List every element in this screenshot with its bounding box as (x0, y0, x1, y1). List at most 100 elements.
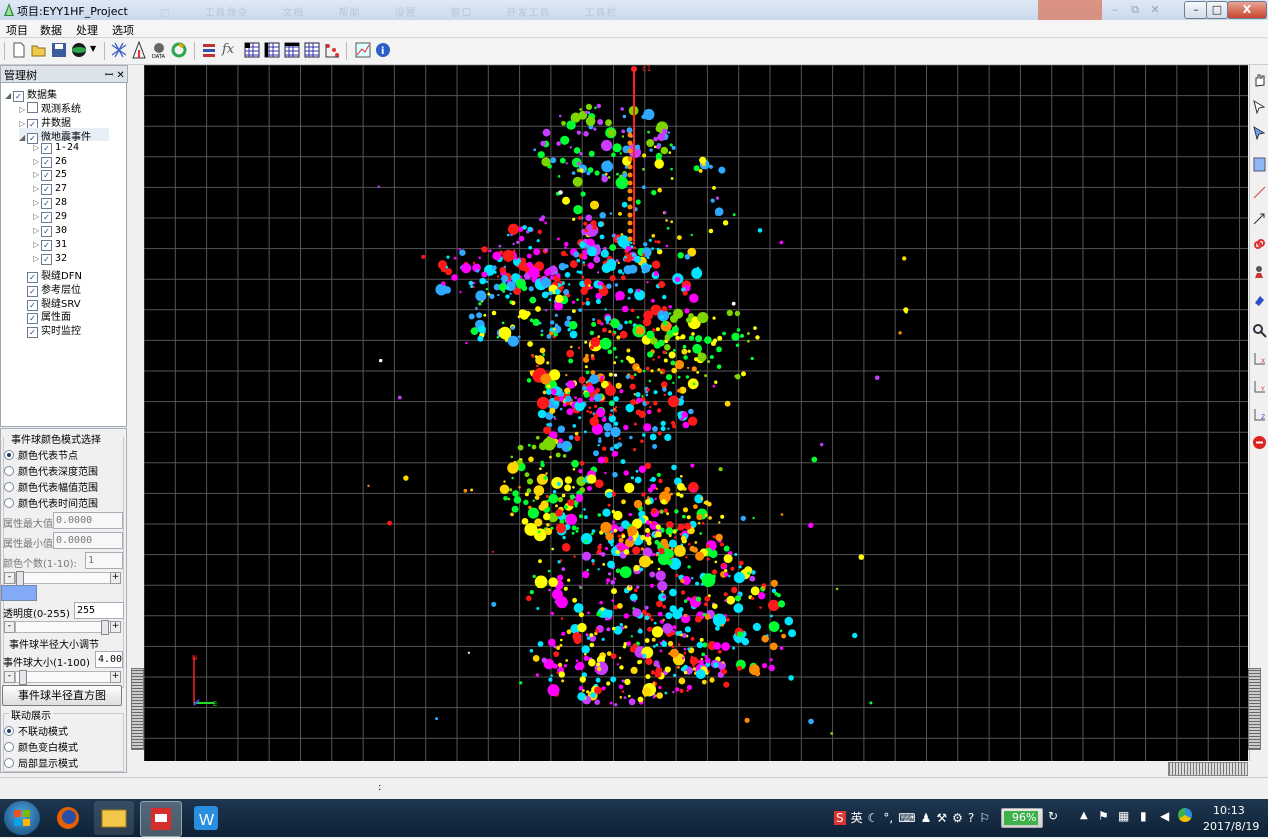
event-ball[interactable] (768, 599, 780, 612)
event-ball[interactable] (670, 420, 676, 426)
event-ball[interactable] (645, 528, 650, 533)
event-ball[interactable] (578, 585, 582, 588)
event-ball[interactable] (629, 435, 633, 440)
event-ball[interactable] (615, 355, 618, 359)
event-ball[interactable] (560, 250, 567, 257)
event-ball[interactable] (512, 276, 516, 280)
event-ball[interactable] (671, 367, 678, 374)
event-ball[interactable] (615, 550, 620, 555)
event-ball[interactable] (674, 687, 680, 692)
event-ball[interactable] (619, 665, 624, 670)
event-ball[interactable] (697, 312, 709, 324)
collapse-arrow-icon[interactable]: ▷ (19, 105, 27, 114)
color-count-slider[interactable] (15, 571, 111, 586)
event-ball[interactable] (573, 555, 576, 558)
event-ball[interactable] (718, 166, 726, 174)
event-ball[interactable] (704, 596, 710, 602)
event-ball[interactable] (538, 559, 542, 564)
event-ball[interactable] (689, 656, 699, 666)
event-ball[interactable] (669, 648, 679, 658)
event-ball[interactable] (684, 522, 692, 530)
event-ball[interactable] (468, 280, 474, 286)
event-ball[interactable] (731, 586, 738, 594)
event-ball[interactable] (577, 161, 581, 166)
event-ball[interactable] (655, 524, 661, 530)
info-icon[interactable]: i (374, 41, 392, 59)
event-ball[interactable] (614, 409, 618, 413)
event-ball[interactable] (705, 584, 709, 588)
event-ball[interactable] (584, 110, 588, 114)
event-ball[interactable] (552, 497, 556, 501)
event-ball[interactable] (526, 595, 532, 602)
tree-checkbox[interactable]: ✓ (41, 198, 52, 210)
event-ball[interactable] (613, 625, 623, 635)
event-ball[interactable] (507, 223, 520, 235)
event-ball[interactable] (579, 270, 583, 275)
event-ball[interactable] (572, 424, 577, 428)
event-ball[interactable] (628, 698, 636, 706)
event-ball[interactable] (693, 504, 698, 509)
event-ball[interactable] (718, 521, 721, 524)
event-ball[interactable] (611, 532, 614, 535)
event-ball[interactable] (629, 383, 636, 390)
event-ball[interactable] (677, 375, 681, 379)
event-ball[interactable] (618, 546, 621, 549)
event-ball[interactable] (546, 361, 550, 365)
event-ball[interactable] (563, 586, 568, 591)
event-ball[interactable] (595, 298, 601, 305)
event-ball[interactable] (397, 395, 402, 400)
event-ball[interactable] (586, 410, 589, 413)
event-ball[interactable] (618, 437, 621, 440)
event-ball[interactable] (463, 488, 468, 493)
event-ball[interactable] (596, 427, 603, 434)
event-ball[interactable] (634, 476, 642, 484)
event-ball[interactable] (607, 128, 616, 137)
event-ball[interactable] (678, 643, 681, 646)
event-ball[interactable] (601, 160, 613, 173)
event-ball[interactable] (585, 300, 591, 306)
event-ball[interactable] (672, 625, 677, 630)
event-ball[interactable] (653, 621, 657, 625)
right-scroll-grip[interactable] (1248, 668, 1261, 750)
size-plus-button[interactable]: + (110, 671, 121, 683)
event-ball[interactable] (475, 269, 480, 273)
event-ball[interactable] (677, 523, 685, 531)
event-ball[interactable] (527, 226, 533, 232)
event-ball[interactable] (619, 152, 622, 155)
event-ball[interactable] (651, 507, 658, 514)
fill-tool-icon[interactable] (1252, 293, 1267, 308)
tree-checkbox[interactable]: ✓ (41, 253, 52, 265)
event-ball[interactable] (646, 540, 652, 546)
event-ball[interactable] (637, 368, 642, 374)
event-ball[interactable] (644, 462, 652, 469)
event-ball[interactable] (677, 666, 680, 669)
event-ball[interactable] (574, 431, 579, 436)
event-ball[interactable] (650, 483, 657, 490)
event-ball[interactable] (502, 284, 506, 288)
event-ball[interactable] (528, 456, 534, 463)
event-ball[interactable] (533, 148, 537, 152)
event-ball[interactable] (691, 488, 695, 492)
event-ball[interactable] (529, 296, 537, 304)
event-ball[interactable] (622, 114, 627, 119)
event-ball[interactable] (534, 575, 548, 589)
event-ball[interactable] (649, 433, 657, 441)
event-ball[interactable] (485, 280, 489, 284)
event-ball[interactable] (597, 119, 604, 125)
event-ball[interactable] (599, 212, 606, 219)
event-ball[interactable] (898, 331, 902, 335)
event-ball[interactable] (715, 533, 723, 542)
event-ball[interactable] (573, 603, 584, 613)
event-ball[interactable] (602, 446, 607, 451)
event-ball[interactable] (590, 370, 596, 375)
event-ball[interactable] (759, 606, 762, 609)
event-ball[interactable] (618, 212, 622, 216)
app-taskbar-button[interactable] (140, 801, 182, 837)
event-ball[interactable] (688, 335, 695, 341)
event-ball[interactable] (608, 263, 616, 271)
event-ball[interactable] (578, 612, 584, 618)
event-ball[interactable] (584, 365, 588, 369)
event-ball[interactable] (635, 326, 645, 335)
event-ball[interactable] (379, 358, 383, 363)
explorer-taskbar-button[interactable] (94, 801, 134, 835)
